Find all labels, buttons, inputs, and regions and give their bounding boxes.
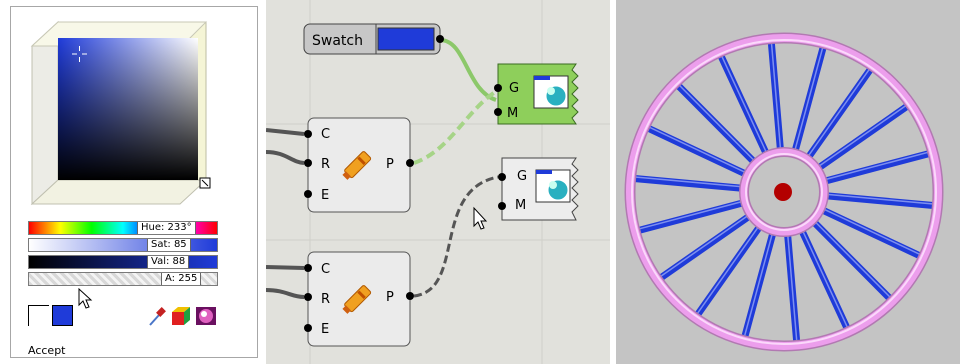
node-canvas-svg: Swatch G M G M C R E P C R E P	[266, 0, 610, 364]
wire-in-c1	[266, 128, 305, 136]
alpha-label: A: 255	[161, 273, 202, 285]
point-node-2[interactable]: C R E P	[304, 251, 414, 347]
saturation-slider[interactable]: Sat: 85	[28, 238, 218, 252]
wire-point2-to-geometry	[413, 175, 499, 298]
wheel-spoke	[821, 150, 933, 185]
node1-input-e: E	[321, 188, 329, 203]
mouse-cursor-icon	[78, 288, 93, 309]
wheel-spoke	[657, 212, 754, 282]
hub-center-point	[774, 183, 792, 201]
wheel-spoke	[804, 65, 874, 162]
preview-component-1[interactable]: G M	[494, 63, 579, 125]
wheel-render	[624, 32, 944, 352]
wheel-spoke-highlight	[638, 200, 744, 230]
wheel-spoke	[635, 199, 747, 234]
wheel-spoke	[822, 192, 937, 209]
current-color-swatch[interactable]	[52, 305, 73, 326]
accept-button[interactable]: Accept	[28, 344, 66, 357]
wheel-spoke	[814, 102, 911, 172]
previous-color-swatch[interactable]	[28, 305, 49, 326]
color-cube-icon[interactable]	[172, 307, 190, 325]
preview2-input-g: G	[517, 169, 527, 184]
viewport-panel[interactable]	[616, 0, 960, 364]
color-picker-panel: Hue: 233° Sat: 85 Val: 88 A: 255 Accept	[0, 0, 260, 364]
node2-input-r: R	[321, 292, 330, 307]
value-slider[interactable]: Val: 88	[28, 255, 218, 269]
cube-left-face	[31, 20, 59, 206]
preview2-input-m: M	[515, 198, 526, 213]
wire-in-r2	[266, 288, 305, 299]
wheel-spoke-highlight	[800, 228, 848, 327]
color-wheel-icon[interactable]	[196, 307, 216, 325]
swatch-component[interactable]: Swatch	[303, 23, 444, 55]
preview1-input-m: M	[507, 106, 518, 121]
preview-component-2[interactable]: G M	[498, 157, 579, 221]
sat-label: Sat: 85	[147, 239, 191, 251]
node2-output-p: P	[386, 290, 394, 305]
node2-input-c: C	[321, 262, 330, 277]
wheel-spoke-highlight	[647, 126, 747, 174]
hue-slider[interactable]: Hue: 233°	[28, 221, 218, 235]
swatch-color[interactable]	[377, 27, 435, 51]
wheel-spoke-highlight	[794, 45, 824, 151]
wheel-spoke	[694, 222, 764, 319]
wheel-spoke-highlight	[818, 104, 908, 168]
node2-input-e: E	[321, 322, 329, 337]
swatch-label: Swatch	[312, 33, 363, 49]
node-canvas-panel[interactable]: Swatch G M G M C R E P C R E P	[266, 0, 610, 364]
wheel-spoke-highlight	[697, 224, 761, 314]
resize-handle-icon[interactable]	[199, 177, 211, 189]
point-node-1[interactable]: C R E P	[304, 117, 414, 213]
hue-label: Hue: 233°	[137, 222, 196, 234]
wire-point-to-geometry	[413, 88, 500, 165]
node1-input-r: R	[321, 157, 330, 172]
mouse-cursor-icon	[473, 206, 488, 230]
wire-swatch-to-material	[439, 38, 497, 102]
wire-in-c2	[266, 265, 305, 270]
alpha-slider[interactable]: A: 255	[28, 272, 218, 286]
node1-output-p: P	[386, 157, 394, 172]
node1-input-c: C	[321, 127, 330, 142]
wire-in-r1	[266, 150, 305, 165]
cube-bottom-face	[30, 179, 208, 205]
preview1-input-g: G	[509, 81, 519, 96]
val-label: Val: 88	[147, 256, 190, 268]
eyedropper-icon[interactable]	[149, 307, 166, 326]
wheel-spoke	[631, 175, 746, 192]
